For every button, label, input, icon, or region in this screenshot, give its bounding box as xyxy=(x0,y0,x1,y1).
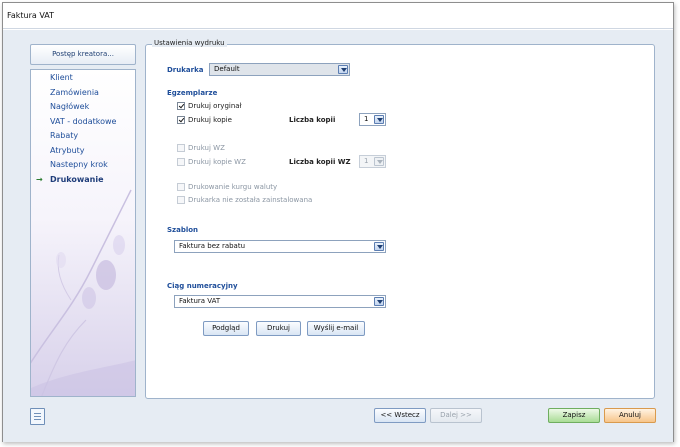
wz-copies-count-select[interactable]: 1 xyxy=(359,155,386,168)
print-button[interactable]: Drukuj xyxy=(256,321,301,336)
template-section-title: Szablon xyxy=(167,226,199,234)
print-exchange-rate-label: Drukowanie kurgu waluty xyxy=(188,183,278,191)
current-step-arrow-icon: → xyxy=(36,174,43,184)
step-label: VAT - dodatkowe xyxy=(50,116,117,126)
preview-button[interactable]: Podgląd xyxy=(203,321,249,336)
step-klient[interactable]: Klient xyxy=(31,71,135,86)
copies-count-label: Liczba kopii xyxy=(289,116,336,124)
printer-not-installed-label: Drukarka nie została zainstalowana xyxy=(188,196,313,204)
step-label: Drukowanie xyxy=(50,174,104,184)
print-wz-copies-label: Drukuj kopie WZ xyxy=(188,158,246,166)
print-settings-group: Ustawienia wydruku Drukarka Default Egze… xyxy=(145,39,655,399)
chevron-down-icon[interactable] xyxy=(374,297,384,306)
step-label: Nagłówek xyxy=(50,102,90,111)
print-original-checkbox[interactable] xyxy=(177,102,185,110)
step-label: Nastepny krok xyxy=(50,160,108,169)
window-title: Faktura VAT xyxy=(7,11,55,20)
wz-copies-count-value: 1 xyxy=(364,157,369,165)
printer-value: Default xyxy=(214,65,240,73)
print-original-label: Drukuj oryginał xyxy=(188,102,242,110)
step-label: Klient xyxy=(50,73,73,82)
title-bar: Faktura VAT xyxy=(3,3,673,29)
step-rabaty[interactable]: Rabaty xyxy=(31,129,135,144)
print-settings-legend: Ustawienia wydruku xyxy=(152,39,227,47)
wizard-steps-panel: Klient Zamówienia Nagłówek VAT - dodatko… xyxy=(30,69,136,397)
step-label: Rabaty xyxy=(50,131,79,140)
save-button[interactable]: Zapisz xyxy=(548,408,600,423)
chevron-down-icon[interactable] xyxy=(374,242,384,251)
wizard-progress-button[interactable]: Postęp kreatora... xyxy=(30,44,136,65)
send-email-button[interactable]: Wyślij e-mail xyxy=(307,321,365,336)
copies-count-value: 1 xyxy=(364,115,369,123)
step-label: Atrybuty xyxy=(50,145,85,155)
printer-label: Drukarka xyxy=(167,66,204,74)
step-zamowienia[interactable]: Zamówienia xyxy=(31,86,135,101)
wizard-client-area: Postęp kreatora... Klient Zamówienia Nag… xyxy=(3,30,673,442)
next-button[interactable]: Dalej >> xyxy=(430,408,482,423)
step-naglowek[interactable]: Nagłówek xyxy=(31,100,135,115)
step-atrybuty[interactable]: Atrybuty xyxy=(31,144,135,159)
back-button[interactable]: << Wstecz xyxy=(374,408,426,423)
print-copies-checkbox[interactable] xyxy=(177,116,185,124)
printer-not-installed-checkbox[interactable] xyxy=(177,196,185,204)
step-label: Zamówienia xyxy=(50,87,99,97)
template-value: Faktura bez rabatu xyxy=(179,242,246,250)
step-nastepny-krok[interactable]: Nastepny krok xyxy=(31,158,135,173)
cancel-button[interactable]: Anuluj xyxy=(604,408,656,423)
step-vat-dodatkowe[interactable]: VAT - dodatkowe xyxy=(31,115,135,130)
invoice-wizard-window: Faktura VAT Postęp kreatora... Klient Za… xyxy=(2,2,674,442)
numbering-section-title: Ciąg numeracyjny xyxy=(167,282,238,290)
chevron-down-icon[interactable] xyxy=(338,65,348,74)
copies-section-title: Egzemplarze xyxy=(167,89,218,97)
step-drukowanie[interactable]: → Drukowanie xyxy=(31,173,135,188)
wizard-steps-list: Klient Zamówienia Nagłówek VAT - dodatko… xyxy=(31,70,135,187)
wz-copies-count-label: Liczba kopii WZ xyxy=(289,158,351,166)
printer-select[interactable]: Default xyxy=(209,63,350,76)
print-copies-label: Drukuj kopie xyxy=(188,116,232,124)
print-wz-checkbox[interactable] xyxy=(177,144,185,152)
document-icon[interactable] xyxy=(30,408,45,425)
print-exchange-rate-checkbox[interactable] xyxy=(177,183,185,191)
numbering-select[interactable]: Faktura VAT xyxy=(174,295,386,308)
chevron-down-icon[interactable] xyxy=(374,157,384,166)
numbering-value: Faktura VAT xyxy=(179,297,221,305)
chevron-down-icon[interactable] xyxy=(374,115,384,124)
print-wz-copies-checkbox[interactable] xyxy=(177,158,185,166)
template-select[interactable]: Faktura bez rabatu xyxy=(174,240,386,253)
print-wz-label: Drukuj WZ xyxy=(188,144,225,152)
copies-count-select[interactable]: 1 xyxy=(359,113,386,126)
